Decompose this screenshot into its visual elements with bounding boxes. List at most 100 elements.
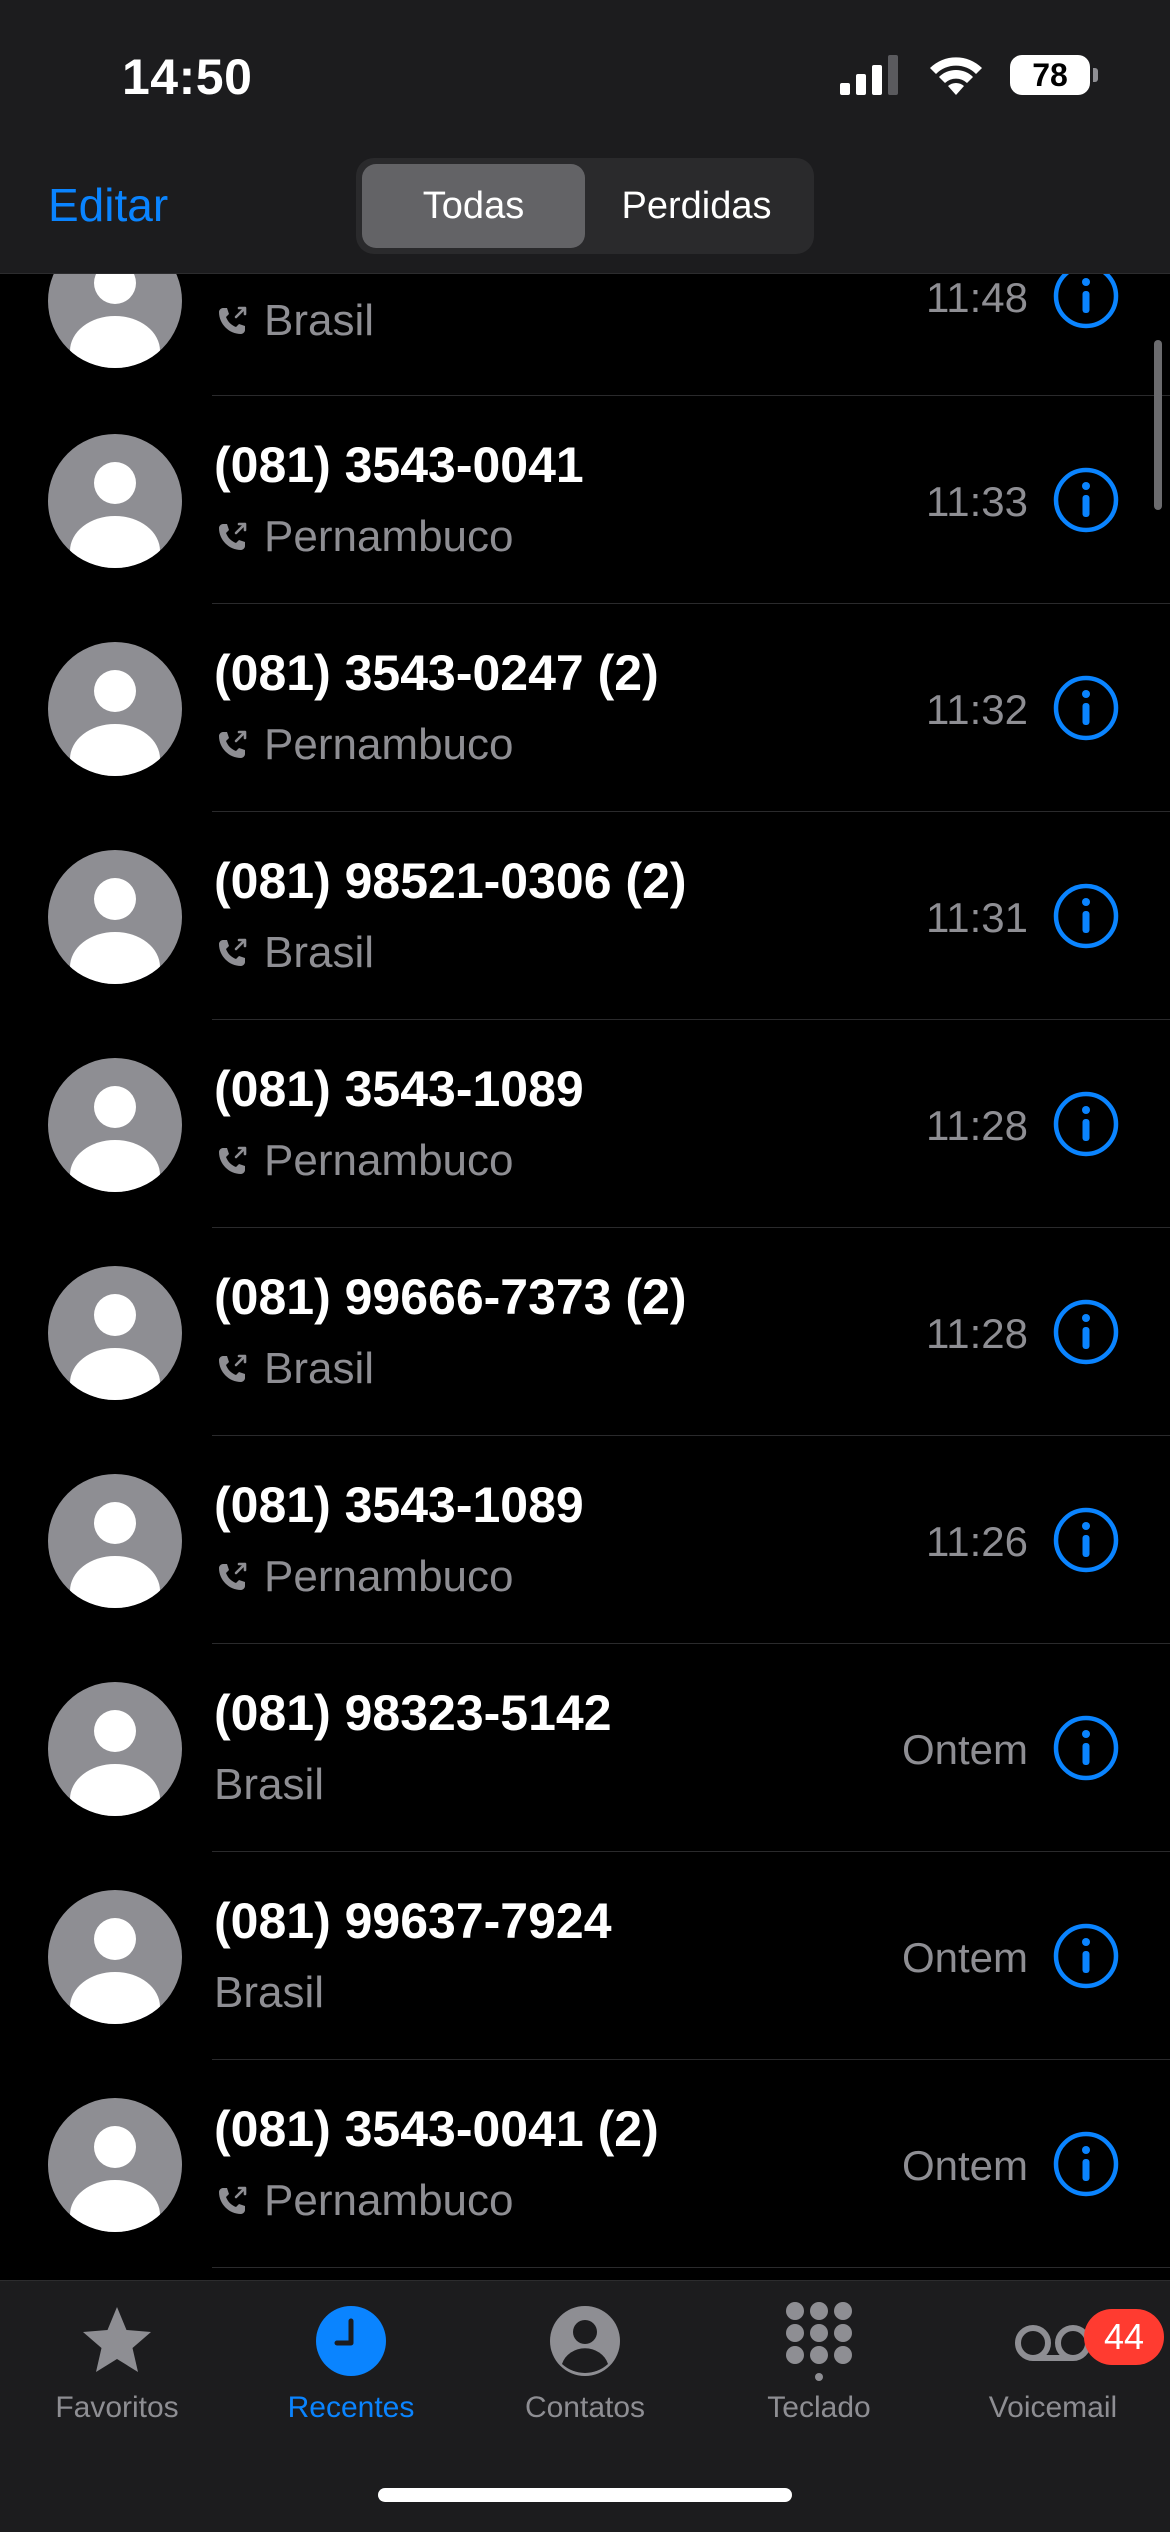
call-number: (081) 3543-1089: [214, 1061, 584, 1117]
info-icon[interactable]: [1052, 674, 1120, 742]
call-time: 11:32: [926, 686, 1028, 733]
outgoing-call-icon: [219, 1354, 247, 1382]
avatar: [48, 642, 182, 776]
call-location: Brasil: [214, 1760, 324, 1810]
call-time: 11:28: [926, 1310, 1028, 1357]
call-time: Ontem: [901, 1726, 1028, 1773]
voicemail-icon: [1015, 2325, 1091, 2361]
outgoing-call-icon: [219, 1146, 247, 1174]
call-row[interactable]: (081) 3543-0041 (2) Pernambuco Ontem: [0, 2060, 1170, 2268]
location-label: Brasil: [214, 1968, 325, 2017]
call-location: Pernambuco: [214, 1136, 513, 1186]
info-icon[interactable]: [1052, 1506, 1120, 1574]
call-row[interactable]: (081) 3543-0041 Pernambuco 11:33: [0, 396, 1170, 604]
location-label: Brasil: [264, 296, 375, 345]
call-number: (081) 98323-5142: [214, 1685, 612, 1741]
location-label: Brasil: [264, 928, 375, 977]
call-time: 11:33: [926, 478, 1028, 525]
info-icon[interactable]: [1052, 1922, 1120, 1990]
call-time: 11:26: [926, 1518, 1028, 1565]
tab-label: Voicemail: [988, 2391, 1118, 2424]
avatar: [48, 1890, 182, 2024]
info-icon[interactable]: [1052, 1298, 1120, 1366]
call-location: Pernambuco: [214, 2176, 513, 2226]
tab-favoritos[interactable]: Favoritos: [0, 2301, 234, 2425]
info-icon[interactable]: [1052, 1090, 1120, 1158]
call-time: 11:31: [926, 894, 1028, 941]
location-label: Pernambuco: [264, 1136, 514, 1185]
location-label: Pernambuco: [264, 512, 514, 561]
filter-segmented-control: Todas Perdidas: [356, 158, 814, 254]
avatar: [48, 2098, 182, 2232]
tab-recentes[interactable]: Recentes: [234, 2301, 468, 2425]
call-location: Brasil: [214, 1344, 374, 1394]
call-number: (081) 98521-0306 (2): [214, 853, 687, 909]
call-row[interactable]: (081) 99637-7924 Brasil Ontem: [0, 1852, 1170, 2060]
outgoing-call-icon: [219, 938, 247, 966]
call-row[interactable]: (081) 3543-1089 Pernambuco 11:28: [0, 1020, 1170, 1228]
location-label: Pernambuco: [264, 1552, 514, 1601]
outgoing-call-icon: [219, 730, 247, 758]
call-location: Brasil: [214, 928, 374, 978]
clock-icon: [316, 2306, 386, 2376]
call-row[interactable]: (081) 3543-0247 (2) Pernambuco 11:32: [0, 604, 1170, 812]
avatar: [48, 1266, 182, 1400]
edit-button[interactable]: Editar: [48, 178, 168, 232]
tab-label: Contatos: [524, 2391, 646, 2424]
avatar: [48, 850, 182, 984]
segment-missed[interactable]: Perdidas: [585, 164, 808, 248]
call-number: (081) 99666-7373 (2): [214, 1269, 687, 1325]
location-label: Brasil: [214, 1760, 325, 1809]
keypad-icon: [786, 2302, 852, 2381]
voicemail-badge: 44: [1084, 2309, 1164, 2365]
tab-label: Favoritos: [55, 2391, 179, 2424]
call-location: Pernambuco: [214, 720, 513, 770]
call-location: Pernambuco: [214, 1552, 513, 1602]
call-number: (081) 99637-7924: [214, 1893, 612, 1949]
outgoing-call-icon: [219, 306, 247, 334]
info-icon[interactable]: [1052, 2130, 1120, 2198]
call-time: Ontem: [901, 2142, 1028, 2189]
battery-indicator: 78: [1010, 55, 1098, 95]
call-time: 11:28: [926, 1102, 1028, 1149]
person-circle-icon: [550, 2306, 620, 2376]
call-row[interactable]: (081) 99666-7373 (2) Brasil 11:28: [0, 1228, 1170, 1436]
wifi-icon: [930, 57, 982, 95]
phone-screen: 14:50 78 Editar Todas Perdidas Brasil 11:…: [0, 0, 1170, 2532]
scroll-indicator[interactable]: [1154, 340, 1162, 510]
call-row[interactable]: (081) 98521-0306 (2) Brasil 11:31: [0, 812, 1170, 1020]
segment-all[interactable]: Todas: [362, 164, 585, 248]
outgoing-call-icon: [219, 522, 247, 550]
info-icon[interactable]: [1052, 466, 1120, 534]
status-icons: 78: [840, 55, 1098, 95]
call-row[interactable]: (081) 3543-1089 Pernambuco 11:26: [0, 1436, 1170, 1644]
tab-voicemail[interactable]: Voicemail 44: [936, 2301, 1170, 2425]
avatar: [48, 434, 182, 568]
tab-contatos[interactable]: Contatos: [468, 2301, 702, 2425]
call-location: Brasil: [214, 1968, 324, 2018]
call-number: (081) 3543-0247 (2): [214, 645, 659, 701]
location-label: Pernambuco: [264, 720, 514, 769]
call-time: Ontem: [901, 1934, 1028, 1981]
location-label: Brasil: [264, 1344, 375, 1393]
avatar: [48, 1682, 182, 1816]
call-number: (081) 3543-0041: [214, 437, 584, 493]
avatar: [48, 1058, 182, 1192]
nav-header: Editar Todas Perdidas: [0, 150, 1170, 274]
outgoing-call-icon: [219, 1562, 247, 1590]
outgoing-call-icon: [219, 2186, 247, 2214]
tab-teclado[interactable]: Teclado: [702, 2301, 936, 2425]
star-icon: [83, 2307, 151, 2372]
info-icon[interactable]: [1052, 1714, 1120, 1782]
call-number: (081) 3543-0041 (2): [214, 2101, 659, 2157]
cellular-signal-icon: [840, 55, 898, 95]
tab-label: Recentes: [287, 2391, 415, 2424]
call-row[interactable]: Brasil 11:48: [0, 234, 1170, 396]
avatar: [48, 1474, 182, 1608]
call-row[interactable]: (081) 98323-5142 Brasil Ontem: [0, 1644, 1170, 1852]
location-label: Pernambuco: [264, 2176, 514, 2225]
status-bar: 14:50 78: [0, 0, 1170, 150]
info-icon[interactable]: [1052, 882, 1120, 950]
home-indicator[interactable]: [378, 2488, 792, 2502]
recent-calls-list: Brasil 11:48 (081) 3543-0041 Pernambuco 11:3…: [0, 234, 1170, 2268]
